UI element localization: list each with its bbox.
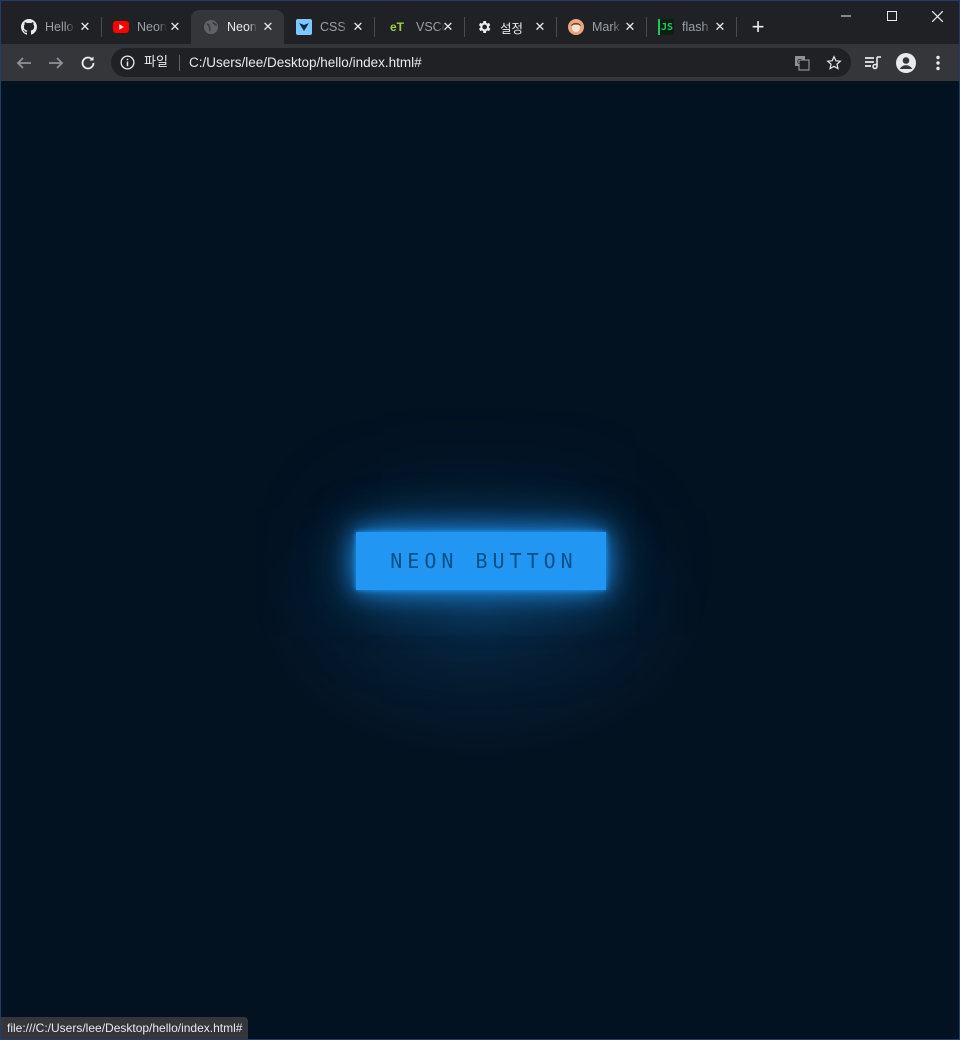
tab-title: CSS [320,20,346,34]
tab-close-icon[interactable]: ✕ [532,19,548,35]
globe-icon [203,19,219,35]
css-tricks-icon [296,19,312,35]
browser-window: Hello ✕ Neon ✕ Neon ✕ CSS ✕ eT VSC ✕ 설정 … [0,0,960,1040]
tab-separator [736,17,737,37]
playlist-icon [865,56,881,70]
tab-mark[interactable]: Mark ✕ [556,10,646,44]
close-window-button[interactable] [914,1,959,31]
maximize-button[interactable] [869,1,915,31]
bookmark-star-icon[interactable] [825,54,843,72]
menu-button[interactable] [924,49,952,77]
address-bar[interactable]: 파일 G [111,48,851,77]
tab-settings[interactable]: 설정 ✕ [464,10,556,44]
security-chip[interactable]: 파일 [144,54,168,71]
url-input[interactable] [189,48,749,77]
github-icon [21,19,37,35]
back-button[interactable] [10,49,38,77]
tab-close-icon[interactable]: ✕ [350,19,366,35]
tab-title: 설정 [500,21,524,36]
youtube-icon [113,19,129,35]
arrow-right-icon [49,57,64,69]
tab-css[interactable]: CSS ✕ [284,10,374,44]
tab-title: flash [682,20,709,34]
tab-close-icon[interactable]: ✕ [712,19,728,35]
tab-github[interactable]: Hello ✕ [9,10,101,44]
tab-strip: Hello ✕ Neon ✕ Neon ✕ CSS ✕ eT VSC ✕ 설정 … [1,1,959,44]
browser-toolbar: 파일 G [1,44,959,81]
settings-gear-icon [476,19,492,35]
tab-vscode[interactable]: eT VSCode ✕ [374,10,464,44]
arrow-left-icon [16,57,31,69]
svg-text:G: G [797,58,802,66]
tab-title: Hello [45,20,74,34]
tab-flash[interactable]: JS flash ✕ [646,10,736,44]
tab-title: Neon [227,20,257,34]
omnibox-divider [179,55,180,71]
neon-button[interactable]: NEON BUTTON [356,532,606,590]
profile-button[interactable] [892,49,920,77]
neon-button-label: NEON BUTTON [390,549,578,573]
reload-icon [81,56,95,70]
tab-title: Neon [137,20,167,34]
neon-glow [256,461,706,761]
tab-close-icon[interactable]: ✕ [167,19,183,35]
forward-button[interactable] [42,49,70,77]
reload-button[interactable] [74,49,102,77]
page-viewport: NEON BUTTON [1,81,959,1039]
kebab-menu-icon [936,55,940,71]
minimize-icon [841,15,851,17]
media-queue-button[interactable] [859,49,887,77]
tab-active-page[interactable]: Neon ✕ [191,10,284,44]
tab-close-icon[interactable]: ✕ [260,19,276,35]
status-bar: file:///C:/Users/lee/Desktop/hello/index… [1,1017,249,1039]
js-icon: JS [658,19,674,35]
tab-close-icon[interactable]: ✕ [440,19,456,35]
translate-icon[interactable]: G [793,54,811,72]
tab-close-icon[interactable]: ✕ [77,19,93,35]
info-icon[interactable] [119,54,136,71]
tab-title: Mark [592,20,620,34]
tab-youtube[interactable]: Neon ✕ [101,10,191,44]
close-icon [931,10,943,22]
new-tab-button[interactable]: + [747,16,769,38]
tab-close-icon[interactable]: ✕ [622,19,638,35]
account-circle-icon [896,53,916,73]
maximize-icon [887,11,897,21]
et-icon: eT [389,20,404,34]
avatar-icon [568,19,584,35]
minimize-button[interactable] [823,1,869,31]
